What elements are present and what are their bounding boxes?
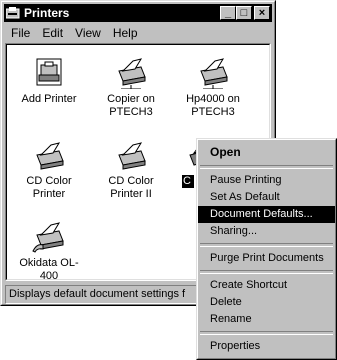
printer-add-printer[interactable]: Add Printer	[11, 57, 87, 106]
printer-icon	[113, 139, 149, 171]
maximize-icon: □	[240, 6, 248, 19]
menu-item-pause-printing[interactable]: Pause Printing	[198, 172, 335, 189]
printers-folder-icon	[5, 7, 20, 19]
menu-item-document-defaults[interactable]: Document Defaults...	[198, 206, 335, 223]
printer-label: CD Color Printer	[26, 175, 72, 200]
printer-cd-color-printer-ii[interactable]: CD Color Printer II	[93, 139, 169, 201]
context-menu: Open Pause Printing Set As Default Docum…	[196, 138, 337, 360]
menu-item-sharing[interactable]: Sharing...	[198, 223, 335, 240]
menu-separator	[200, 270, 333, 274]
printer-icon	[31, 139, 67, 171]
printer-cd-color-printer[interactable]: CD Color Printer	[11, 139, 87, 201]
menu-bar: File Edit View Help	[5, 24, 271, 42]
menu-item-properties[interactable]: Properties	[198, 338, 335, 355]
title-bar[interactable]: Printers _ □ ×	[4, 4, 272, 22]
printer-label: Add Printer	[21, 93, 77, 105]
menu-item-set-as-default[interactable]: Set As Default	[198, 189, 335, 206]
window-title: Printers	[24, 6, 70, 20]
menu-edit[interactable]: Edit	[36, 26, 69, 40]
menu-separator	[200, 331, 333, 335]
menu-view[interactable]: View	[69, 26, 107, 40]
menu-item-rename[interactable]: Rename	[198, 311, 335, 328]
menu-item-open[interactable]: Open	[198, 143, 335, 162]
menu-separator	[200, 165, 333, 169]
printer-copier-on-ptech3[interactable]: Copier on PTECH3	[93, 57, 169, 119]
maximize-button[interactable]: □	[236, 6, 252, 20]
minimize-button[interactable]: _	[220, 6, 236, 20]
menu-file[interactable]: File	[5, 26, 36, 40]
printer-label: Hp4000 on PTECH3	[186, 93, 240, 118]
menu-separator	[200, 243, 333, 247]
printer-label: Okidata OL-400	[19, 257, 79, 282]
network-printer-icon	[113, 57, 149, 90]
printer-label: CD Color Printer II	[108, 175, 154, 200]
menu-item-create-shortcut[interactable]: Create Shortcut	[198, 277, 335, 294]
printer-label: C	[182, 175, 194, 188]
close-icon: ×	[258, 6, 266, 19]
printer-okidata-ol-400[interactable]: Okidata OL-400	[11, 221, 87, 283]
menu-item-delete[interactable]: Delete	[198, 294, 335, 311]
minimize-icon: _	[224, 6, 232, 19]
printer-hp4000-on-ptech3[interactable]: Hp4000 on PTECH3	[175, 57, 251, 119]
network-printer-icon	[195, 57, 231, 90]
add-printer-icon	[31, 57, 67, 89]
menu-item-purge-print-documents[interactable]: Purge Print Documents	[198, 250, 335, 267]
printer-label: Copier on PTECH3	[107, 93, 155, 118]
shared-printer-icon	[31, 221, 67, 253]
close-button[interactable]: ×	[254, 6, 270, 20]
menu-help[interactable]: Help	[107, 26, 144, 40]
